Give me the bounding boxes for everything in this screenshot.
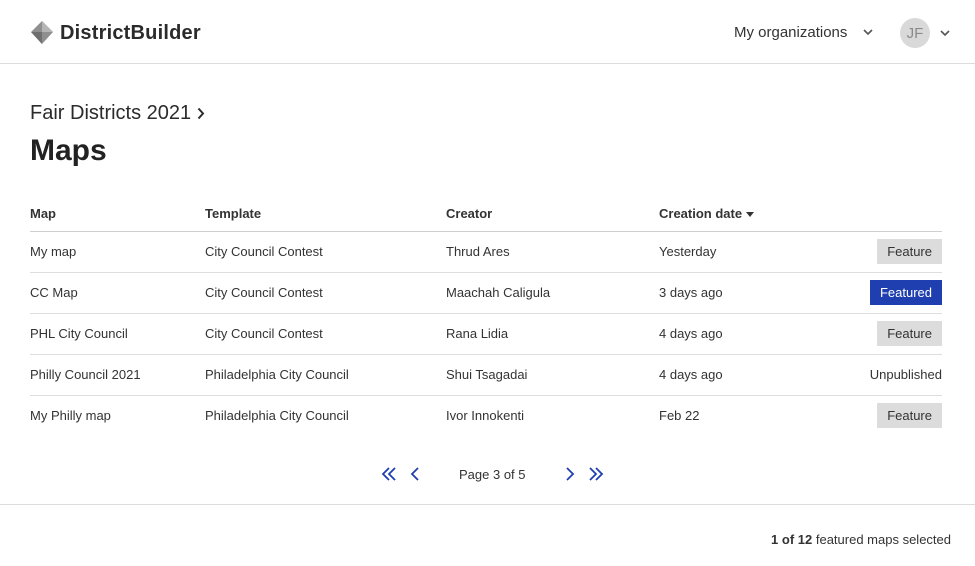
column-header-creation-date[interactable]: Creation date	[659, 196, 819, 232]
double-chevron-left-icon[interactable]	[380, 462, 398, 486]
table-row[interactable]: Philly Council 2021 Philadelphia City Cou…	[30, 354, 942, 396]
creation-date-cell: Yesterday	[659, 231, 819, 273]
chevron-down-icon	[863, 29, 873, 36]
selection-count: 1 of 12	[771, 532, 813, 547]
chevron-left-icon[interactable]	[408, 462, 422, 486]
unpublished-status: Unpublished	[869, 367, 942, 382]
feature-button[interactable]: Feature	[877, 403, 942, 429]
table-row[interactable]: CC Map City Council Contest Maachah Caligu…	[30, 272, 942, 314]
breadcrumb-organization[interactable]: Fair Districts 2021	[30, 102, 191, 125]
table-header-row: Map Template Creator Creation date	[30, 196, 942, 232]
creator-cell: Rana Lidia	[446, 313, 659, 355]
creation-date-cell: Feb 22	[659, 408, 700, 424]
action-cell: Feature	[819, 395, 942, 436]
creation-date-cell: 4 days ago	[659, 313, 819, 355]
action-cell: Feature	[819, 231, 942, 273]
column-header-map[interactable]: Map	[30, 196, 205, 232]
organizations-menu-label: My organizations	[734, 24, 848, 41]
chevron-right-icon	[197, 107, 205, 120]
map-name-cell: PHL City Council	[30, 313, 205, 355]
action-cell: Unpublished	[819, 354, 942, 396]
creator-cell: Ivor Innokenti	[446, 408, 525, 424]
template-cell: Philadelphia City Council	[205, 354, 446, 396]
creation-date-cell: 4 days ago	[659, 354, 819, 396]
table-row[interactable]: My map City Council Contest Thrud Ares Yest…	[30, 231, 942, 273]
map-name-cell: My map	[30, 231, 205, 273]
map-name-cell: Philly Council 2021	[30, 354, 205, 396]
selection-suffix: featured maps selected	[815, 532, 951, 547]
page-indicator: Page 3 of 5	[459, 467, 526, 482]
action-cell: Feature	[819, 313, 942, 355]
maps-table: Map Template Creator Creation date My ma…	[30, 196, 942, 436]
double-chevron-right-icon[interactable]	[587, 462, 605, 486]
chevron-down-icon	[940, 29, 950, 36]
map-name-cell: CC Map	[30, 272, 205, 314]
avatar: JF	[900, 18, 930, 48]
sort-descending-icon	[746, 211, 755, 217]
table-row[interactable]: My Philly map Philadelphia City Council Iv…	[30, 395, 942, 436]
creation-date-cell: 3 days ago	[659, 272, 819, 314]
action-cell: Featured	[819, 272, 942, 314]
top-navbar: DistrictBuilder My organizations JF	[0, 0, 975, 64]
selection-footer: 1 of 12 featured maps selected	[0, 504, 975, 566]
districtbuilder-logo-icon	[31, 21, 53, 44]
template-cell: City Council Contest	[205, 231, 446, 273]
template-cell: Philadelphia City Council	[205, 408, 349, 424]
column-header-creator[interactable]: Creator	[446, 196, 659, 232]
template-cell: City Council Contest	[205, 313, 446, 355]
selection-summary: 1 of 12 featured maps selected	[771, 532, 951, 547]
column-header-action	[819, 196, 942, 232]
organizations-menu[interactable]: My organizations	[734, 24, 873, 41]
map-name-cell: My Philly map	[30, 408, 111, 424]
chevron-right-icon[interactable]	[563, 462, 577, 486]
pagination: Page 3 of 5	[380, 462, 610, 486]
creator-cell: Maachah Caligula	[446, 272, 659, 314]
column-header-creation-date-label: Creation date	[659, 205, 743, 221]
table-row[interactable]: PHL City Council City Council Contest Rana…	[30, 313, 942, 355]
breadcrumb[interactable]: Fair Districts 2021	[30, 102, 205, 125]
app-name: DistrictBuilder	[60, 21, 201, 44]
page-title: Maps	[30, 134, 107, 167]
user-menu[interactable]: JF	[900, 18, 950, 48]
creator-cell: Thrud Ares	[446, 231, 659, 273]
feature-button[interactable]: Feature	[877, 321, 942, 346]
featured-button[interactable]: Featured	[869, 280, 942, 305]
app-logo[interactable]: DistrictBuilder	[30, 20, 201, 46]
template-cell: City Council Contest	[205, 272, 446, 314]
column-header-template[interactable]: Template	[205, 196, 446, 232]
feature-button[interactable]: Feature	[877, 239, 942, 264]
creator-cell: Shui Tsagadai	[446, 354, 659, 396]
